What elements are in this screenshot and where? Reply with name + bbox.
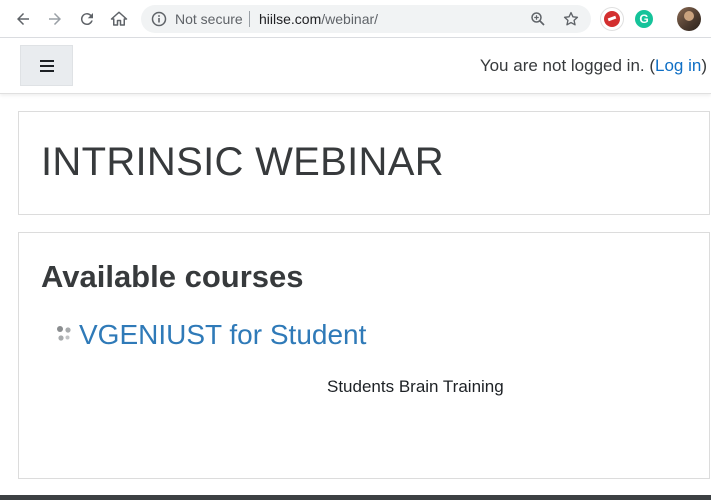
- zoom-icon[interactable]: [529, 10, 547, 28]
- back-arrow-icon: [17, 13, 29, 25]
- login-link[interactable]: Log in: [655, 56, 701, 75]
- hamburger-menu-icon: [39, 59, 54, 72]
- forward-arrow-icon: [49, 13, 61, 25]
- address-divider: [249, 11, 250, 27]
- login-prefix-text: You are not logged in. (: [479, 56, 655, 75]
- course-link[interactable]: VGENIUST for Student: [79, 319, 366, 351]
- address-bar[interactable]: Not secure hiilse.com/webinar/: [141, 5, 591, 33]
- security-status-label: Not secure: [175, 11, 243, 27]
- browser-toolbar: Not secure hiilse.com/webinar/ G: [0, 0, 711, 38]
- home-icon: [110, 11, 128, 26]
- star-icon[interactable]: [562, 10, 580, 28]
- url-host: hiilse.com: [259, 11, 322, 27]
- login-status: You are not logged in. (Log in): [480, 56, 707, 76]
- available-courses-heading: Available courses: [41, 259, 304, 294]
- home-button[interactable]: [107, 7, 131, 31]
- course-summary: Students Brain Training: [327, 377, 504, 396]
- reload-button[interactable]: [75, 7, 99, 31]
- site-navbar: You are not logged in. (Log in): [0, 38, 711, 94]
- course-icon: [57, 326, 71, 341]
- back-button[interactable]: [11, 7, 35, 31]
- url-path: /webinar/: [321, 11, 379, 27]
- forward-button[interactable]: [43, 7, 67, 31]
- grammarly-extension-icon[interactable]: G: [635, 10, 653, 28]
- page-header-card: INTRINSIC WEBINAR: [18, 111, 710, 215]
- url-text[interactable]: hiilse.com/webinar/: [259, 11, 378, 27]
- login-suffix-text: ): [701, 56, 707, 75]
- menu-toggle-button[interactable]: [20, 45, 73, 86]
- antivirus-extension-icon[interactable]: [600, 7, 624, 31]
- profile-avatar[interactable]: [677, 7, 701, 31]
- page-title: INTRINSIC WEBINAR: [41, 140, 444, 184]
- reload-icon: [80, 13, 93, 26]
- available-courses-card: Available courses VGENIUST for Student S…: [18, 232, 710, 479]
- window-bottom-edge: [0, 495, 711, 500]
- info-icon[interactable]: [151, 11, 167, 27]
